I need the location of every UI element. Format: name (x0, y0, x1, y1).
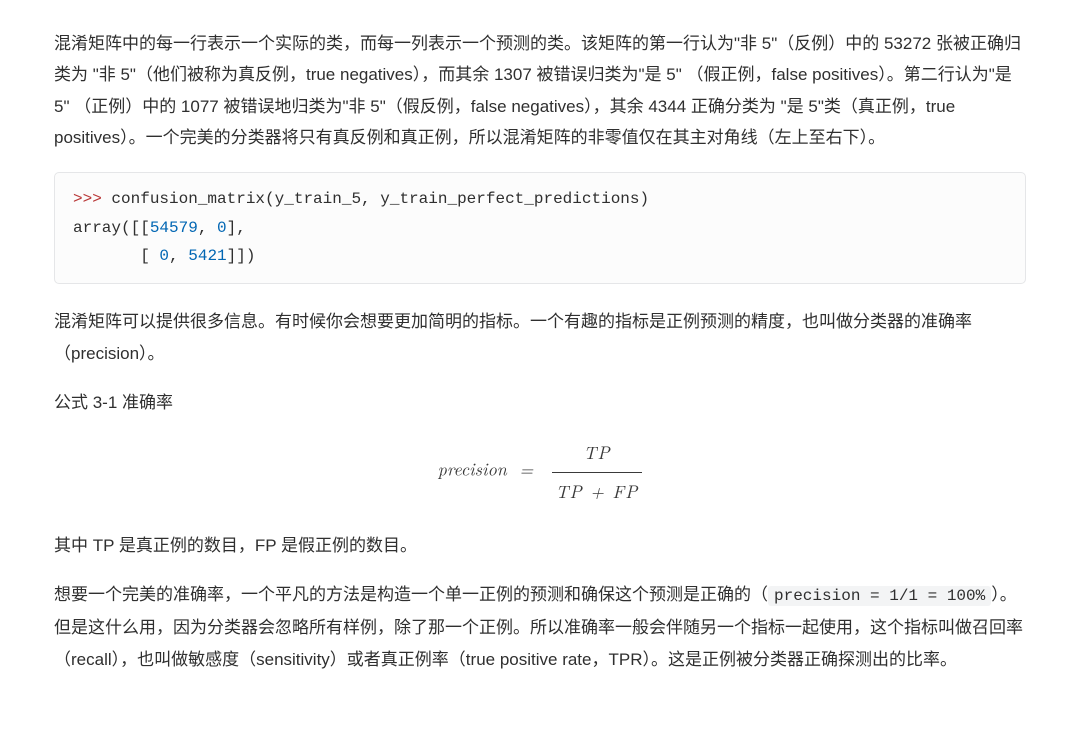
array-lead: array([[ (73, 219, 150, 237)
para5-part-a: 想要一个完美的准确率，一个平凡的方法是构造一个单一正例的预测和确保这个预测是正确… (54, 585, 768, 604)
document-page: 混淆矩阵中的每一行表示一个实际的类，而每一列表示一个预测的类。该矩阵的第一行认为… (0, 0, 1080, 733)
matrix-00: 54579 (150, 219, 198, 237)
code-block-confusion-matrix: >>> confusion_matrix(y_train_5, y_train_… (54, 172, 1026, 284)
python-prompt: >>> (73, 190, 111, 208)
matrix-11: 5421 (188, 247, 226, 265)
formula-caption: 公式 3-1 准确率 (54, 387, 1026, 418)
inline-code-precision-trivial: precision = 1/1 = 100% (768, 586, 991, 606)
formula-denominator: TP + FP (552, 473, 643, 508)
paragraph-tp-fp-defs: 其中 TP 是真正例的数目，FP 是假正例的数目。 (54, 530, 1026, 561)
formula-eq: = (519, 457, 533, 482)
formula-precision: precision = TP TP + FP (54, 436, 1026, 508)
formula-lhs: precision (438, 457, 507, 482)
array-tail: ]]) (227, 247, 256, 265)
paragraph-confusion-matrix-explain: 混淆矩阵中的每一行表示一个实际的类，而每一列表示一个预测的类。该矩阵的第一行认为… (54, 28, 1026, 154)
paragraph-recall-intro: 想要一个完美的准确率，一个平凡的方法是构造一个单一正例的预测和确保这个预测是正确… (54, 579, 1026, 674)
matrix-10: 0 (159, 247, 169, 265)
matrix-01: 0 (217, 219, 227, 237)
formula-numerator: TP (552, 436, 643, 472)
code-call: confusion_matrix(y_train_5, y_train_perf… (111, 190, 649, 208)
paragraph-precision-intro: 混淆矩阵可以提供很多信息。有时候你会想要更加简明的指标。一个有趣的指标是正例预测… (54, 306, 1026, 369)
formula-fraction: TP TP + FP (552, 436, 643, 508)
